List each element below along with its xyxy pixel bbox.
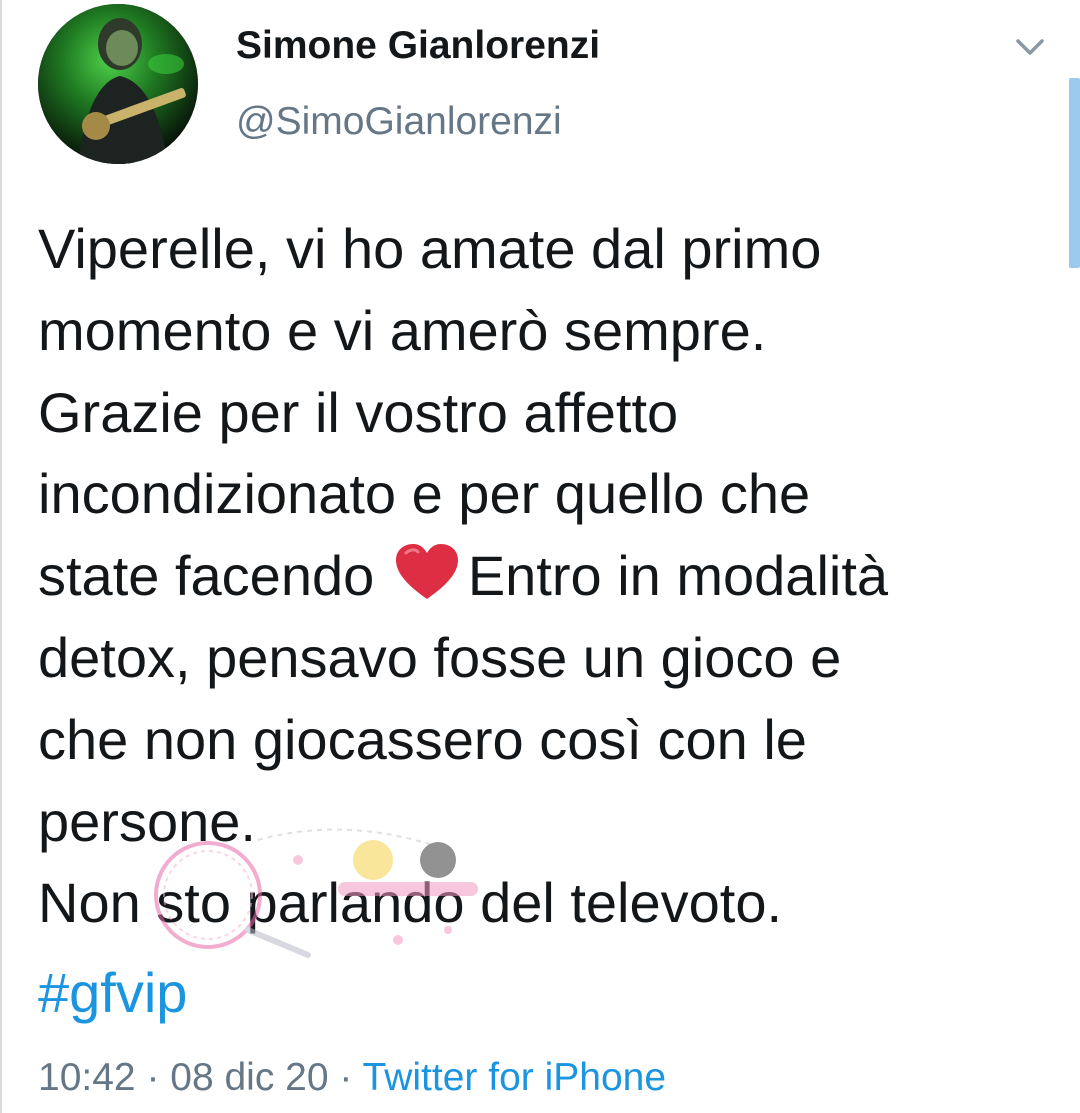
author-handle[interactable]: @SimoGianlorenzi — [236, 100, 562, 144]
tweet-date[interactable]: 08 dic 20 — [170, 1056, 328, 1099]
tweet-text: Viperelle, vi ho amate dal primo momento… — [38, 208, 1058, 944]
chevron-down-icon — [1016, 39, 1044, 55]
author-display-name[interactable]: Simone Gianlorenzi — [236, 24, 600, 68]
meta-separator: · — [328, 1056, 363, 1099]
hashtag-link[interactable]: #gfvip — [38, 952, 187, 1034]
tweet-source-link[interactable]: Twitter for iPhone — [363, 1056, 666, 1099]
avatar[interactable] — [38, 4, 198, 164]
left-border — [0, 0, 2, 1113]
tweet-meta: 10:42 · 08 dic 20 · Twitter for iPhone — [38, 1056, 666, 1100]
tweet-time[interactable]: 10:42 — [38, 1056, 136, 1099]
avatar-photo — [38, 4, 198, 164]
tweet-menu-button[interactable] — [1010, 30, 1050, 64]
meta-separator: · — [135, 1056, 171, 1099]
scrollbar-thumb[interactable] — [1069, 78, 1080, 268]
red-heart-icon — [394, 543, 460, 601]
